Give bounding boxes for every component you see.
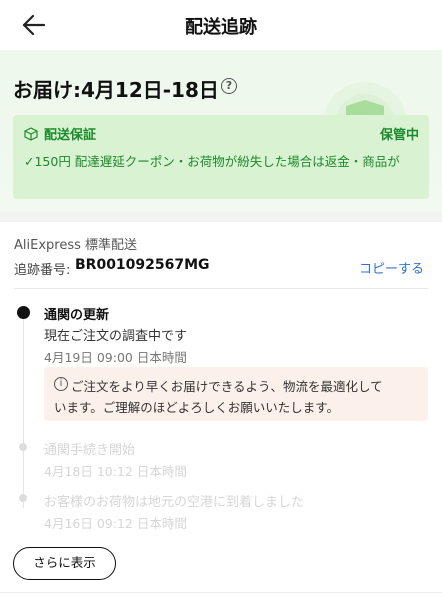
carrier-name: AliExpress 標準配送 — [14, 238, 138, 253]
tracking-number: BR001092567MG — [75, 257, 210, 273]
timeline-dot — [19, 494, 27, 502]
event-text: 現在ご注文の調査中です — [44, 329, 188, 344]
notice-line-1: ご注文をより早くお届けできるよう、物流を最適化して — [71, 379, 383, 394]
info-circle-icon: i — [54, 377, 68, 391]
event-title: 通関手続き開始 — [44, 443, 136, 458]
copy-tracking-link[interactable]: コピーする — [359, 258, 424, 277]
show-more-button[interactable]: さらに表示 — [13, 547, 116, 580]
section-divider — [0, 212, 442, 222]
event-time: 4月16日 09:12 日本時間 — [44, 516, 187, 531]
timeline-dot — [19, 443, 27, 451]
divider — [14, 288, 428, 289]
delivery-eta: お届け:4月12日-18日 — [13, 78, 219, 102]
guarantee-title: 配送保証 — [24, 124, 96, 143]
page-title: 配送追跡 — [185, 17, 257, 38]
package-icon — [24, 126, 38, 141]
notice-line-2: います。ご理解のほどよろしくお願いいたします。 — [54, 400, 340, 415]
timeline-line — [23, 318, 24, 508]
guarantee-status: 保管中 — [379, 128, 419, 143]
delivery-summary: お届け:4月12日-18日 ? 配送保証 保管中 ✓150円 配達遅延クーポン・… — [0, 50, 442, 212]
timeline-dot-current — [17, 306, 30, 319]
divider — [0, 592, 442, 593]
event-time: 4月19日 09:00 日本時間 — [44, 350, 187, 365]
event-title: お客様のお荷物は地元の空港に到着しました — [44, 495, 305, 510]
event-title: 通関の更新 — [44, 308, 110, 323]
question-circle-icon[interactable]: ? — [221, 78, 237, 94]
logistics-notice: i ご注文をより早くお届けできるよう、物流を最適化して います。ご理解のほどよろ… — [44, 367, 428, 421]
delivery-guarantee-card[interactable]: 配送保証 保管中 ✓150円 配達遅延クーポン・お荷物が紛失した場合は返金・商品… — [13, 115, 429, 199]
event-time: 4月18日 10:12 日本時間 — [44, 464, 187, 479]
tracking-label: 追跡番号: — [14, 263, 71, 278]
guarantee-description: ✓150円 配達遅延クーポン・お荷物が紛失した場合は返金・商品が — [24, 154, 400, 169]
header-bar: 配送追跡 — [0, 0, 442, 50]
guarantee-title-text: 配送保証 — [44, 128, 97, 143]
